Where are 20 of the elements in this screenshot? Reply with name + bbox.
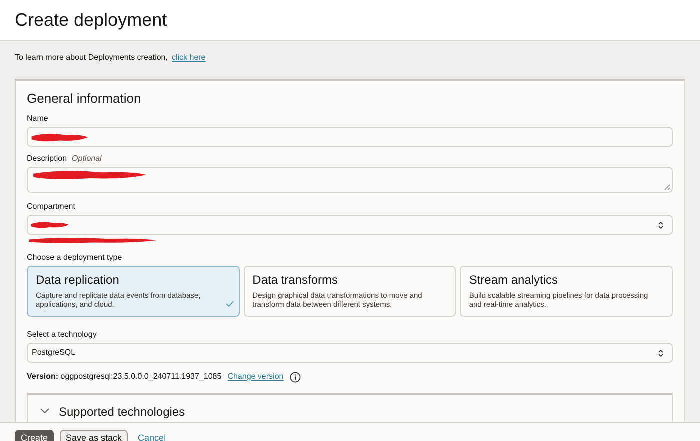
- field-label: Compartment: [27, 202, 76, 212]
- section-heading: Supported technologies: [59, 404, 186, 421]
- card-title: Data transforms: [252, 272, 340, 288]
- section-title: General information: [27, 91, 142, 107]
- version-text: Version: oggpostgresql:23.5.0.0.0_240711.1937_1085: [27, 371, 222, 383]
- page-title: Create deployment: [15, 8, 168, 32]
- change-version-link[interactable]: Change version: [228, 371, 284, 383]
- technology-select[interactable]: PostgreSQL: [27, 343, 673, 363]
- field-label: Description: [27, 154, 68, 164]
- field-label: Choose a deployment type: [27, 253, 124, 263]
- create-button[interactable]: Create: [15, 430, 54, 441]
- field-label: Name: [27, 114, 50, 124]
- card-title: Data replication: [36, 272, 120, 288]
- help-link[interactable]: click here: [172, 52, 206, 64]
- field-label: Select a technology: [27, 330, 98, 340]
- intro-text: To learn more about Deployments creation,: [15, 52, 168, 64]
- optional-hint: Optional: [72, 154, 102, 164]
- card-title: Stream analytics: [469, 272, 560, 288]
- save-button[interactable]: Save as stack: [60, 430, 128, 441]
- cancel-link[interactable]: Cancel: [134, 430, 170, 441]
